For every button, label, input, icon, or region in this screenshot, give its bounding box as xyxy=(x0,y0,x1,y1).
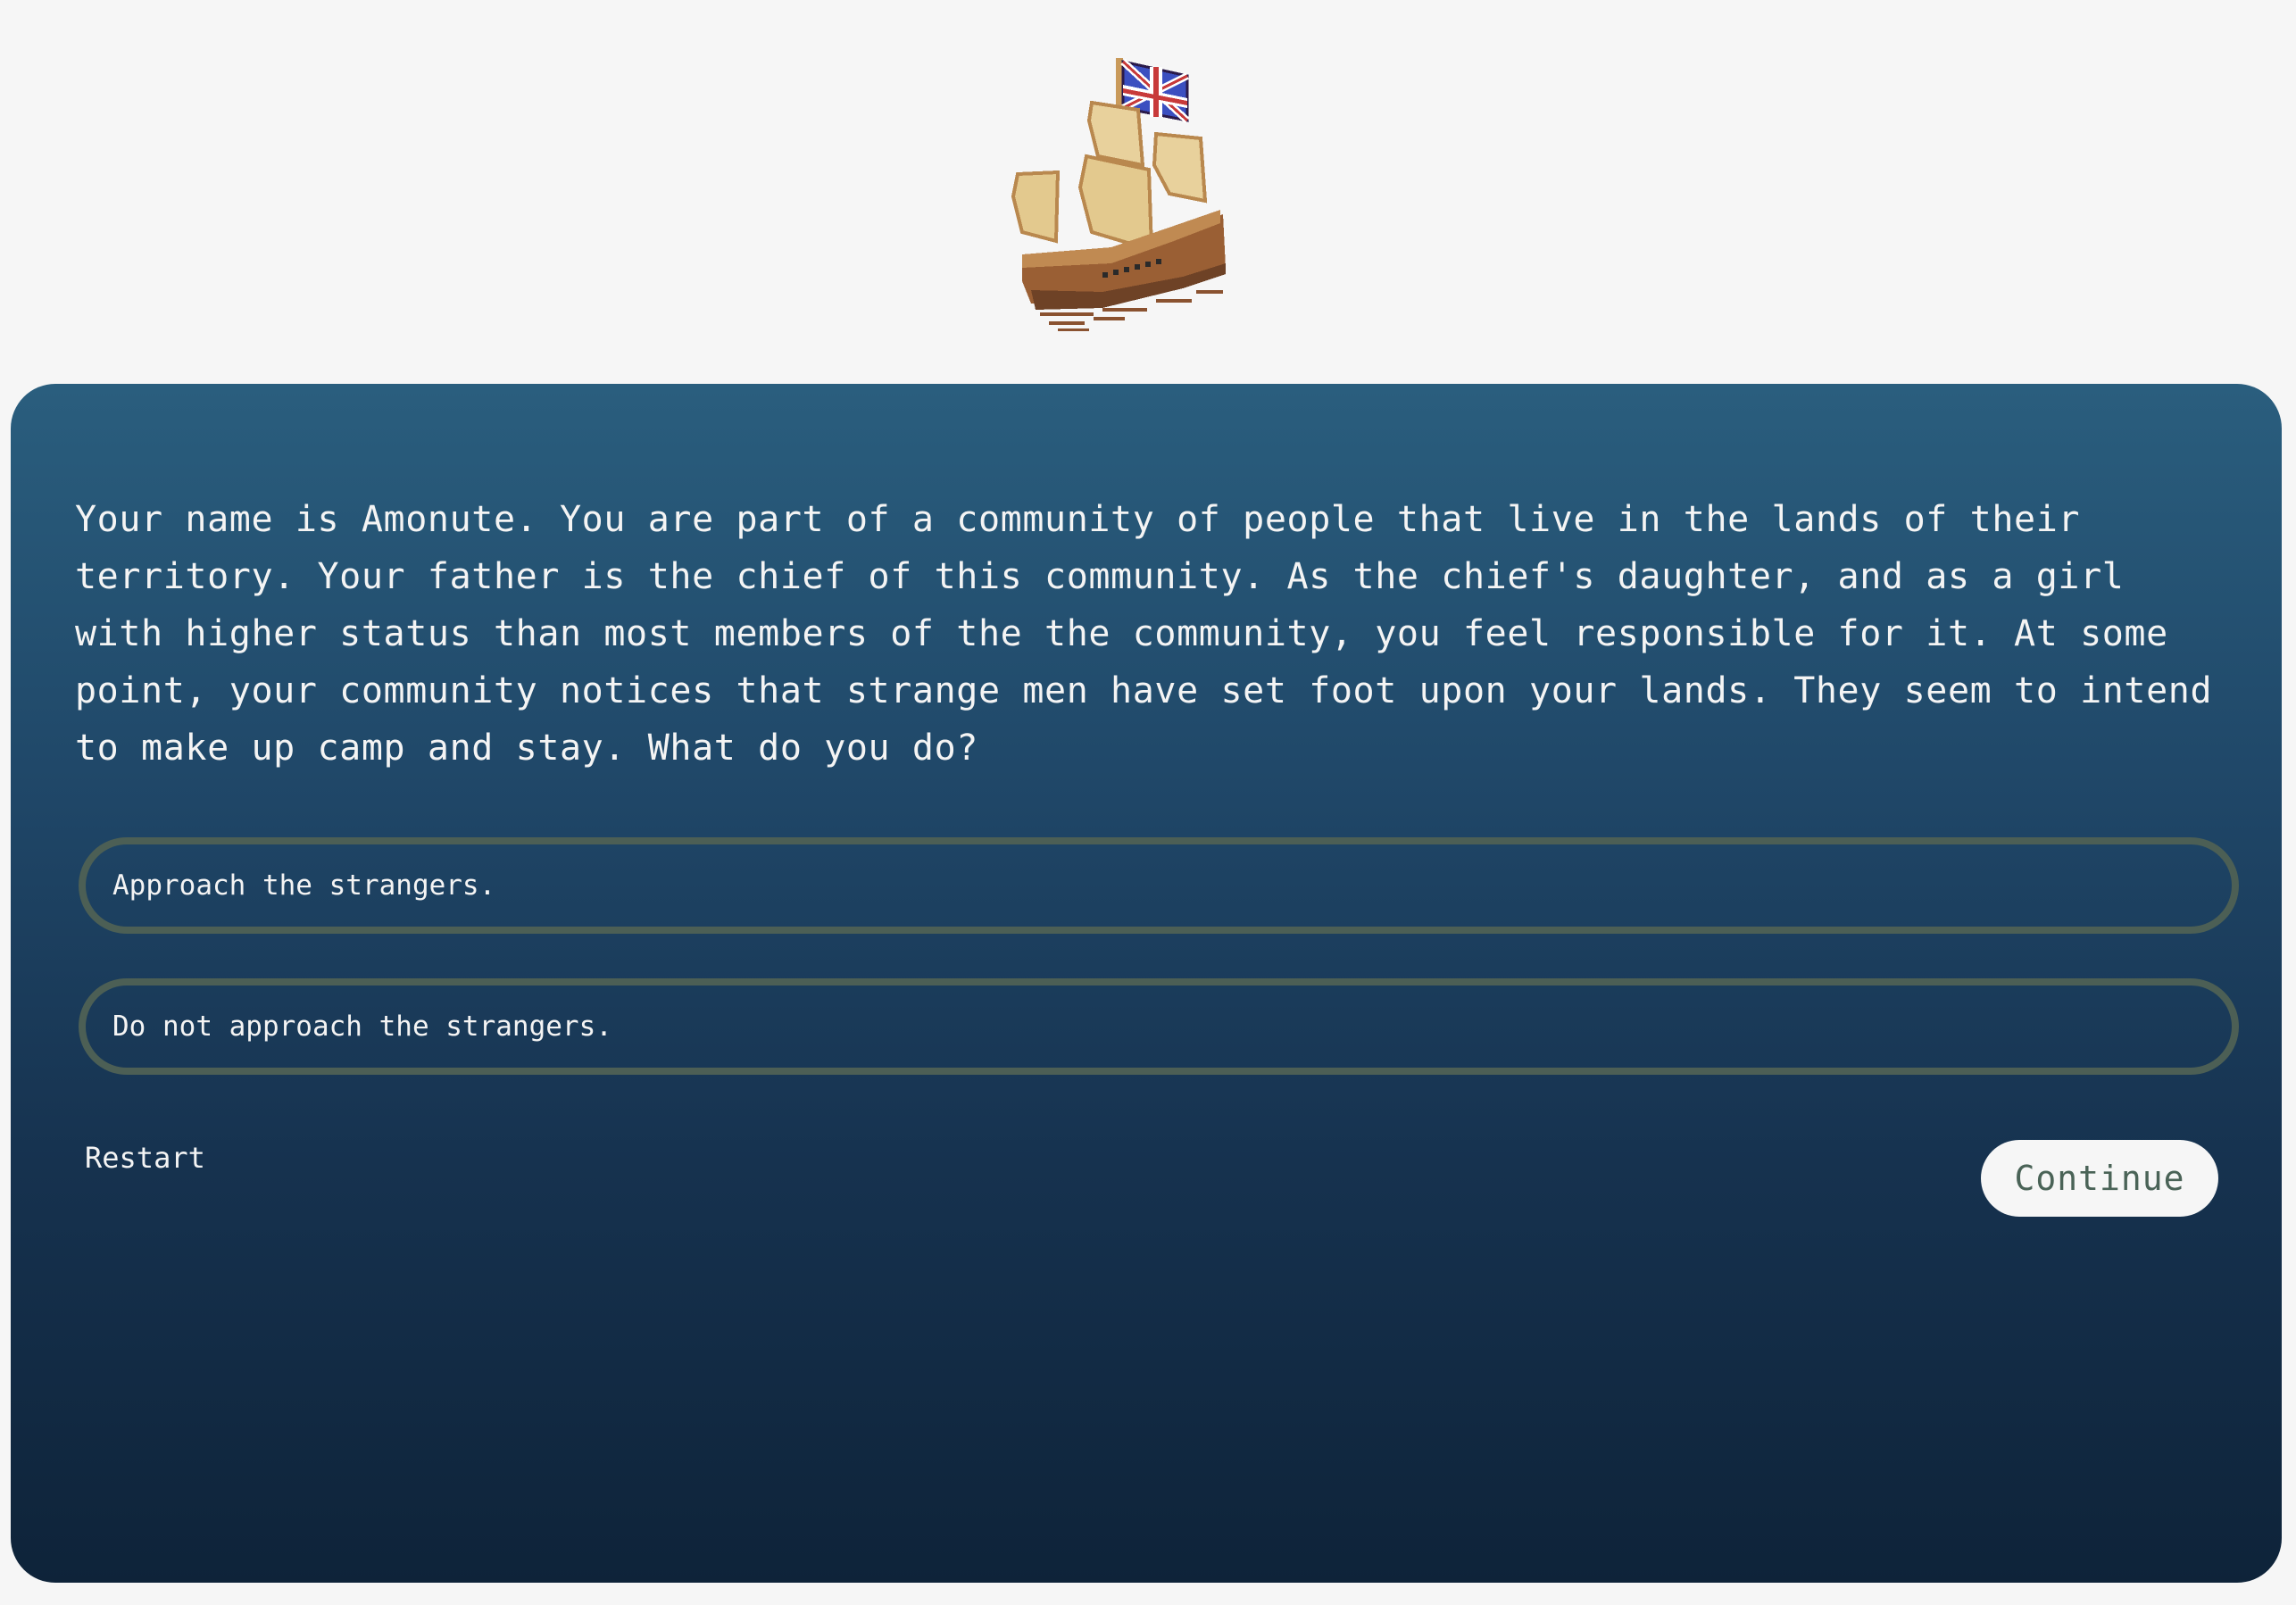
story-text: Your name is Amonute. You are part of a … xyxy=(75,499,2213,769)
choice-do-not-approach-button[interactable]: Do not approach the strangers. xyxy=(79,978,2239,1075)
ship-icon xyxy=(1011,58,1226,331)
restart-link[interactable]: Restart xyxy=(85,1141,205,1175)
story-panel: Your name is Amonute. You are part of a … xyxy=(11,384,2282,1583)
continue-button[interactable]: Continue xyxy=(1981,1140,2218,1217)
choice-approach-button[interactable]: Approach the strangers. xyxy=(79,837,2239,934)
